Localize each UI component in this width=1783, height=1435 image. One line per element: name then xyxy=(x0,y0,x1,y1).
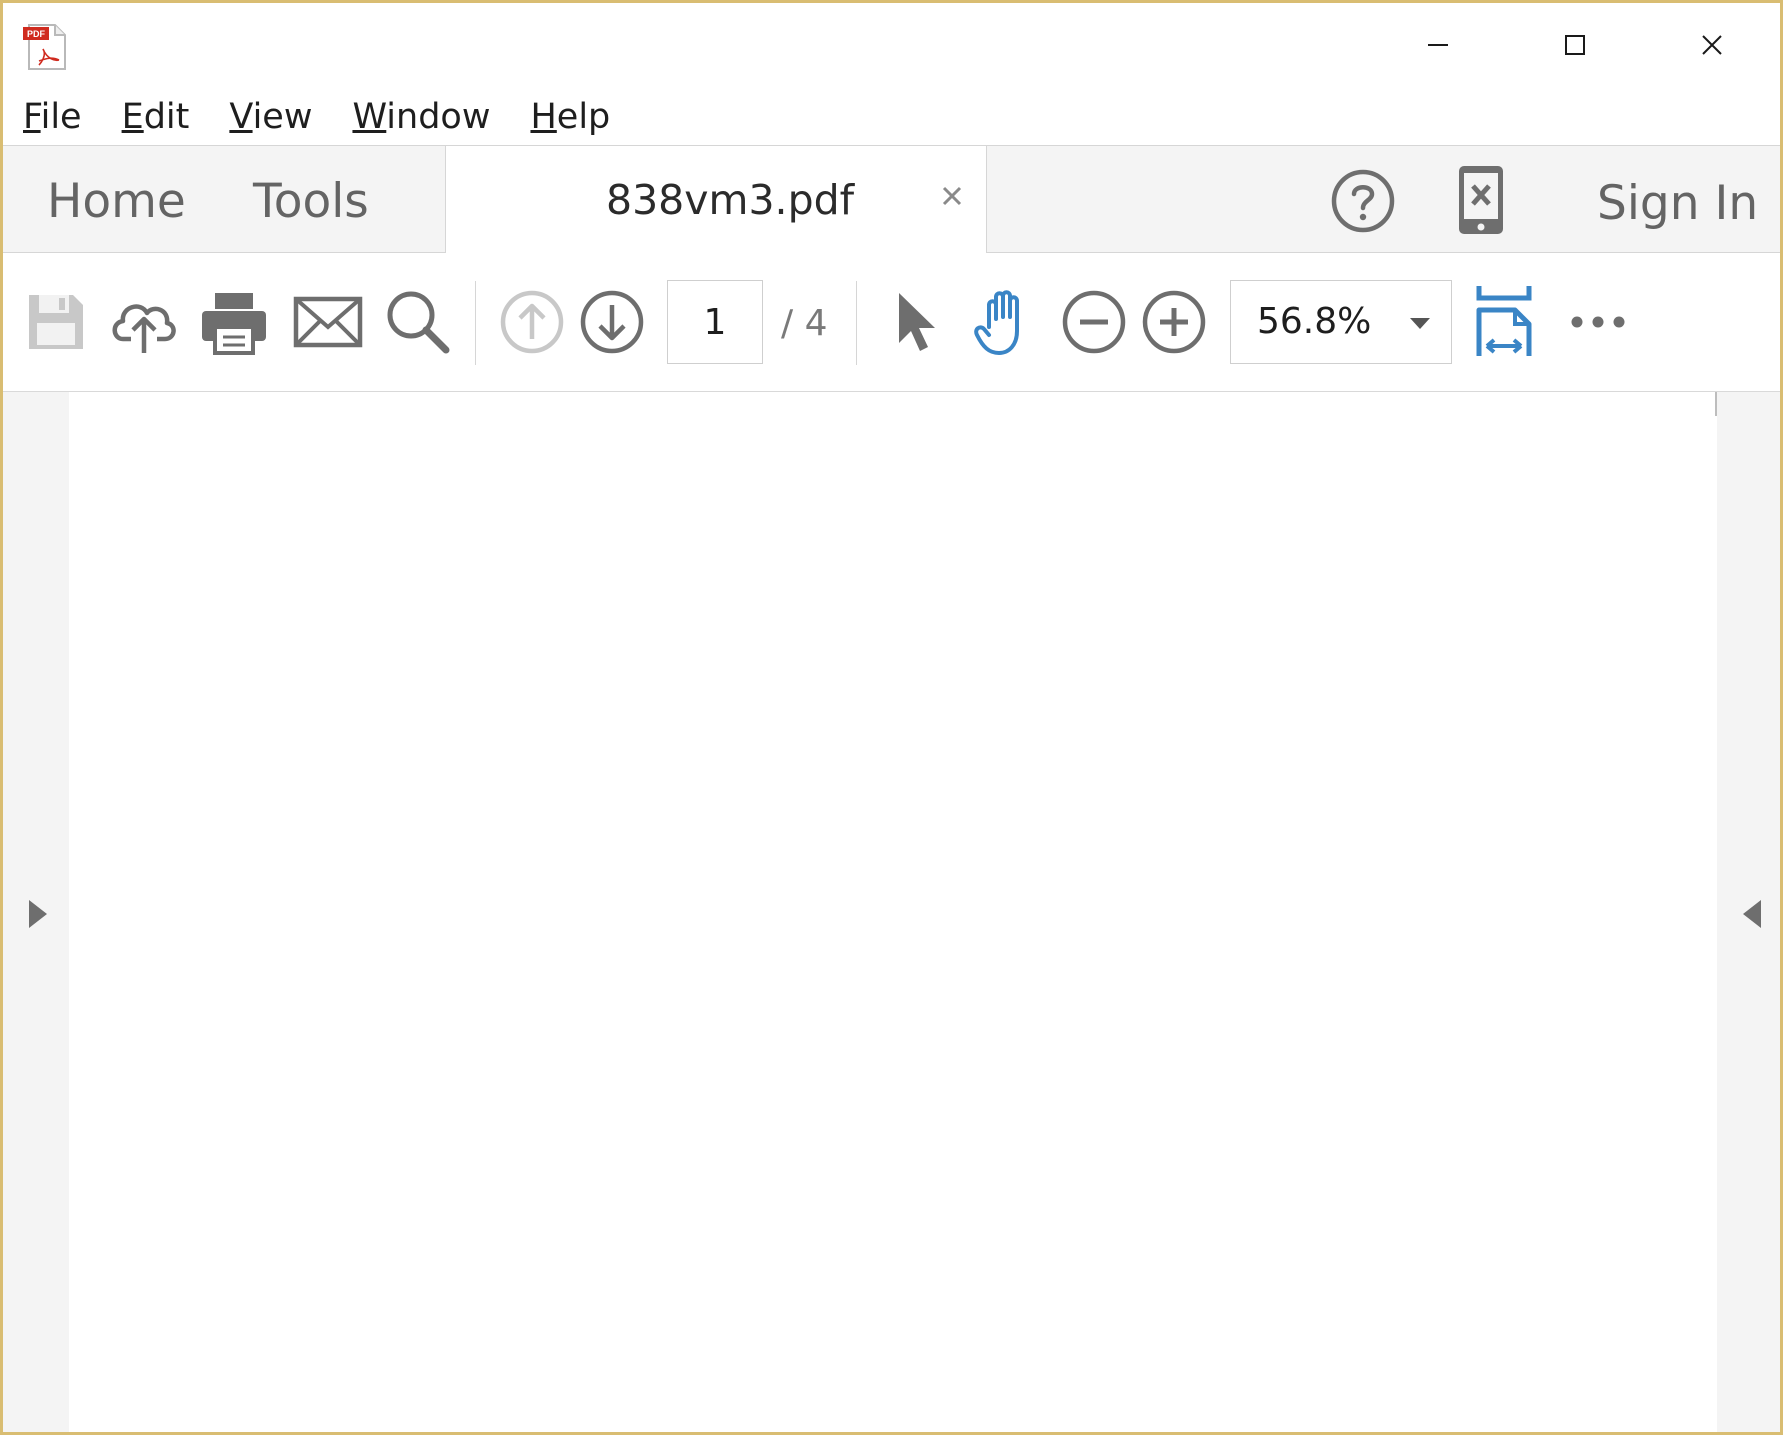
document-viewer[interactable] xyxy=(3,392,1780,1432)
next-page-icon xyxy=(580,290,644,354)
hand-tool-button[interactable] xyxy=(969,287,1039,357)
menu-window[interactable]: Window xyxy=(352,97,490,137)
page-total: / 4 xyxy=(781,303,828,344)
zoom-in-button[interactable] xyxy=(1139,287,1209,357)
tab-bar: Home Tools 838vm3.pdf Sign In xyxy=(3,145,1780,254)
expand-left-panel-icon xyxy=(29,900,47,928)
print-button[interactable] xyxy=(199,287,269,357)
hand-tool-icon xyxy=(974,290,1019,355)
help-icon xyxy=(1331,169,1395,233)
fit-page-icon xyxy=(1476,286,1532,356)
sign-in-button[interactable]: Sign In xyxy=(1597,176,1758,231)
page-edge xyxy=(1715,392,1717,416)
menu-file-label: ile xyxy=(40,97,82,137)
menu-help-mnemonic: H xyxy=(530,97,557,137)
more-tools-button[interactable] xyxy=(1563,287,1633,357)
cloud-upload-icon xyxy=(112,304,176,353)
minimize-icon xyxy=(1428,44,1448,46)
next-page-button[interactable] xyxy=(577,287,647,357)
zoom-out-icon xyxy=(1062,290,1126,354)
menu-edit[interactable]: Edit xyxy=(122,97,190,137)
save-button[interactable] xyxy=(21,287,91,357)
fit-page-button[interactable] xyxy=(1469,286,1539,357)
help-button[interactable] xyxy=(1328,166,1398,236)
zoom-dropdown[interactable]: 56.8% xyxy=(1230,280,1452,364)
zoom-value: 56.8% xyxy=(1257,301,1372,342)
title-bar: PDF xyxy=(3,3,1780,89)
email-icon xyxy=(293,296,363,348)
menu-window-mnemonic: W xyxy=(352,97,387,137)
menu-view-label: iew xyxy=(252,97,313,137)
menu-bar: File Edit View Window Help xyxy=(3,89,1780,145)
chevron-down-icon xyxy=(1410,318,1430,329)
more-icon xyxy=(1571,316,1625,328)
toolbar-divider xyxy=(475,281,476,365)
previous-page-button[interactable] xyxy=(497,287,567,357)
close-tab-icon xyxy=(942,186,962,206)
toolbar: 1 / 4 56.8% xyxy=(3,253,1780,392)
right-panel-toggle[interactable] xyxy=(1739,896,1765,932)
document-tab-title: 838vm3.pdf xyxy=(606,176,855,224)
mobile-link-button[interactable] xyxy=(1453,164,1509,236)
toolbar-divider xyxy=(856,281,857,365)
menu-edit-mnemonic: E xyxy=(121,97,144,137)
select-tool-button[interactable] xyxy=(879,287,949,357)
menu-help[interactable]: Help xyxy=(530,97,610,137)
save-icon xyxy=(29,295,83,349)
close-tab-button[interactable] xyxy=(934,176,970,216)
menu-help-label: elp xyxy=(556,97,611,137)
menu-edit-label: dit xyxy=(143,97,190,137)
zoom-in-icon xyxy=(1142,290,1206,354)
search-icon xyxy=(387,291,450,354)
menu-file[interactable]: File xyxy=(23,97,82,137)
print-icon xyxy=(202,293,266,355)
zoom-out-button[interactable] xyxy=(1059,287,1129,357)
tab-document[interactable]: 838vm3.pdf xyxy=(445,145,987,254)
menu-view[interactable]: View xyxy=(229,97,312,137)
mobile-device-icon xyxy=(1459,166,1503,234)
expand-right-panel-icon xyxy=(1743,900,1761,928)
previous-page-icon xyxy=(500,290,564,354)
minimize-button[interactable] xyxy=(1403,13,1473,77)
pdf-icon-label: PDF xyxy=(27,29,46,39)
acrobat-window: PDF File Edit View Window Help Home Tool… xyxy=(0,0,1783,1435)
left-panel-toggle[interactable] xyxy=(25,896,51,932)
menu-file-mnemonic: F xyxy=(23,97,41,137)
close-icon xyxy=(1702,35,1722,55)
search-button[interactable] xyxy=(383,287,453,357)
maximize-button[interactable] xyxy=(1540,13,1610,77)
menu-window-label: indow xyxy=(386,97,491,137)
tab-home[interactable]: Home xyxy=(47,174,186,229)
maximize-icon xyxy=(1565,35,1585,55)
page-number-input[interactable]: 1 xyxy=(667,280,763,364)
pdf-page xyxy=(69,392,1717,1432)
close-window-button[interactable] xyxy=(1677,13,1747,77)
menu-view-mnemonic: V xyxy=(229,97,253,137)
acrobat-pdf-icon: PDF xyxy=(21,23,69,71)
tab-tools[interactable]: Tools xyxy=(253,174,369,229)
upload-button[interactable] xyxy=(109,287,179,357)
select-cursor-icon xyxy=(899,293,935,351)
email-button[interactable] xyxy=(293,287,363,357)
